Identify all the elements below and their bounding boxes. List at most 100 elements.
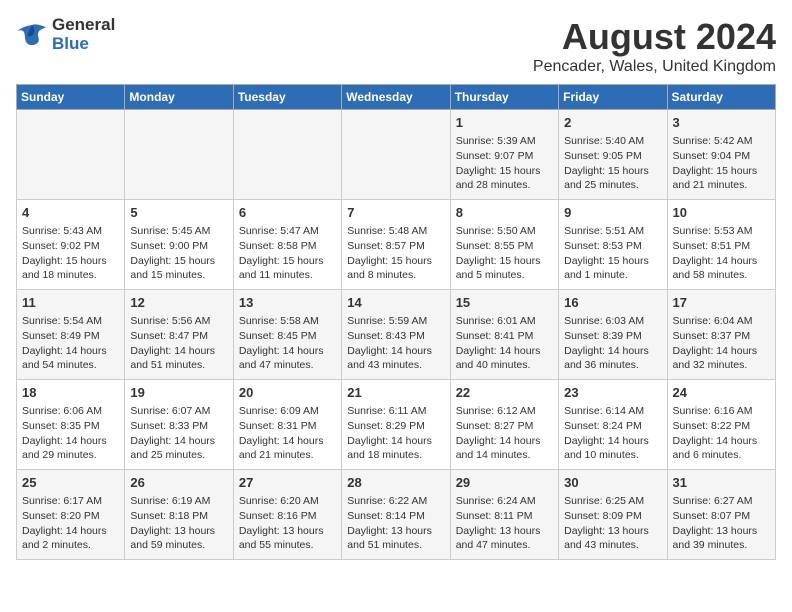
calendar-cell: 2Sunrise: 5:40 AM Sunset: 9:05 PM Daylig… bbox=[559, 110, 667, 200]
calendar-cell: 18 Sunrise: 6:06 AM Sunset: 8:35 PM Dayli… bbox=[17, 380, 125, 470]
calendar-cell: 25 Sunrise: 6:17 AM Sunset: 8:20 PM Dayli… bbox=[17, 470, 125, 560]
day-number: 25 bbox=[22, 474, 119, 492]
calendar-cell: 31 Sunrise: 6:27 AM Sunset: 8:07 PM Dayli… bbox=[667, 470, 775, 560]
calendar-cell: 10Sunrise: 5:53 AM Sunset: 8:51 PM Dayli… bbox=[667, 200, 775, 290]
day-number: 23 bbox=[564, 384, 661, 402]
day-number: 16 bbox=[564, 294, 661, 312]
calendar-cell: 29Sunrise: 6:24 AM Sunset: 8:11 PM Dayli… bbox=[450, 470, 558, 560]
cell-content: Sunrise: 5:48 AM Sunset: 8:57 PM Dayligh… bbox=[347, 224, 444, 283]
calendar-cell: 15Sunrise: 6:01 AM Sunset: 8:41 PM Dayli… bbox=[450, 290, 558, 380]
calendar-week-row: 11 Sunrise: 5:54 AM Sunset: 8:49 PM Dayli… bbox=[17, 290, 776, 380]
cell-content: Sunrise: 6:25 AM Sunset: 8:09 PM Dayligh… bbox=[564, 494, 661, 553]
cell-content: Sunrise: 5:39 AM Sunset: 9:07 PM Dayligh… bbox=[456, 134, 553, 193]
cell-content: Sunrise: 5:54 AM Sunset: 8:49 PM Dayligh… bbox=[22, 314, 119, 373]
cell-content: Sunrise: 6:20 AM Sunset: 8:16 PM Dayligh… bbox=[239, 494, 336, 553]
calendar-cell: 9Sunrise: 5:51 AM Sunset: 8:53 PM Daylig… bbox=[559, 200, 667, 290]
calendar-cell bbox=[233, 110, 341, 200]
day-number: 31 bbox=[673, 474, 770, 492]
cell-content: Sunrise: 6:01 AM Sunset: 8:41 PM Dayligh… bbox=[456, 314, 553, 373]
calendar-cell: 5 Sunrise: 5:45 AM Sunset: 9:00 PM Daylig… bbox=[125, 200, 233, 290]
calendar-cell: 20Sunrise: 6:09 AM Sunset: 8:31 PM Dayli… bbox=[233, 380, 341, 470]
cell-content: Sunrise: 6:17 AM Sunset: 8:20 PM Dayligh… bbox=[22, 494, 119, 553]
column-header-wednesday: Wednesday bbox=[342, 85, 450, 110]
day-number: 24 bbox=[673, 384, 770, 402]
calendar-cell: 16Sunrise: 6:03 AM Sunset: 8:39 PM Dayli… bbox=[559, 290, 667, 380]
subtitle: Pencader, Wales, United Kingdom bbox=[533, 58, 776, 76]
day-number: 5 bbox=[130, 204, 227, 222]
calendar-cell: 7 Sunrise: 5:48 AM Sunset: 8:57 PM Daylig… bbox=[342, 200, 450, 290]
calendar-table: SundayMondayTuesdayWednesdayThursdayFrid… bbox=[16, 84, 776, 560]
day-number: 22 bbox=[456, 384, 553, 402]
day-number: 2 bbox=[564, 114, 661, 132]
main-title: August 2024 bbox=[533, 16, 776, 58]
day-number: 3 bbox=[673, 114, 770, 132]
cell-content: Sunrise: 6:14 AM Sunset: 8:24 PM Dayligh… bbox=[564, 404, 661, 463]
calendar-cell: 26 Sunrise: 6:19 AM Sunset: 8:18 PM Dayli… bbox=[125, 470, 233, 560]
calendar-cell: 14 Sunrise: 5:59 AM Sunset: 8:43 PM Dayli… bbox=[342, 290, 450, 380]
calendar-cell: 12Sunrise: 5:56 AM Sunset: 8:47 PM Dayli… bbox=[125, 290, 233, 380]
cell-content: Sunrise: 5:43 AM Sunset: 9:02 PM Dayligh… bbox=[22, 224, 119, 283]
day-number: 1 bbox=[456, 114, 553, 132]
cell-content: Sunrise: 6:19 AM Sunset: 8:18 PM Dayligh… bbox=[130, 494, 227, 553]
day-number: 30 bbox=[564, 474, 661, 492]
cell-content: Sunrise: 6:27 AM Sunset: 8:07 PM Dayligh… bbox=[673, 494, 770, 553]
day-number: 20 bbox=[239, 384, 336, 402]
cell-content: Sunrise: 5:45 AM Sunset: 9:00 PM Dayligh… bbox=[130, 224, 227, 283]
cell-content: Sunrise: 5:42 AM Sunset: 9:04 PM Dayligh… bbox=[673, 134, 770, 193]
cell-content: Sunrise: 5:56 AM Sunset: 8:47 PM Dayligh… bbox=[130, 314, 227, 373]
day-number: 13 bbox=[239, 294, 336, 312]
day-number: 7 bbox=[347, 204, 444, 222]
cell-content: Sunrise: 6:06 AM Sunset: 8:35 PM Dayligh… bbox=[22, 404, 119, 463]
column-header-tuesday: Tuesday bbox=[233, 85, 341, 110]
cell-content: Sunrise: 5:58 AM Sunset: 8:45 PM Dayligh… bbox=[239, 314, 336, 373]
day-number: 18 bbox=[22, 384, 119, 402]
calendar-cell: 13 Sunrise: 5:58 AM Sunset: 8:45 PM Dayli… bbox=[233, 290, 341, 380]
day-number: 21 bbox=[347, 384, 444, 402]
calendar-header-row: SundayMondayTuesdayWednesdayThursdayFrid… bbox=[17, 85, 776, 110]
calendar-cell: 28 Sunrise: 6:22 AM Sunset: 8:14 PM Dayli… bbox=[342, 470, 450, 560]
cell-content: Sunrise: 6:11 AM Sunset: 8:29 PM Dayligh… bbox=[347, 404, 444, 463]
cell-content: Sunrise: 5:51 AM Sunset: 8:53 PM Dayligh… bbox=[564, 224, 661, 283]
calendar-cell: 11 Sunrise: 5:54 AM Sunset: 8:49 PM Dayli… bbox=[17, 290, 125, 380]
cell-content: Sunrise: 6:04 AM Sunset: 8:37 PM Dayligh… bbox=[673, 314, 770, 373]
day-number: 26 bbox=[130, 474, 227, 492]
calendar-cell: 8Sunrise: 5:50 AM Sunset: 8:55 PM Daylig… bbox=[450, 200, 558, 290]
column-header-friday: Friday bbox=[559, 85, 667, 110]
day-number: 27 bbox=[239, 474, 336, 492]
calendar-cell: 19 Sunrise: 6:07 AM Sunset: 8:33 PM Dayli… bbox=[125, 380, 233, 470]
day-number: 8 bbox=[456, 204, 553, 222]
calendar-cell bbox=[17, 110, 125, 200]
logo-text-blue: Blue bbox=[52, 35, 115, 54]
calendar-cell: 30 Sunrise: 6:25 AM Sunset: 8:09 PM Dayli… bbox=[559, 470, 667, 560]
calendar-week-row: 1 Sunrise: 5:39 AM Sunset: 9:07 PM Daylig… bbox=[17, 110, 776, 200]
calendar-week-row: 4Sunrise: 5:43 AM Sunset: 9:02 PM Daylig… bbox=[17, 200, 776, 290]
cell-content: Sunrise: 6:22 AM Sunset: 8:14 PM Dayligh… bbox=[347, 494, 444, 553]
day-number: 19 bbox=[130, 384, 227, 402]
calendar-cell: 4Sunrise: 5:43 AM Sunset: 9:02 PM Daylig… bbox=[17, 200, 125, 290]
cell-content: Sunrise: 5:47 AM Sunset: 8:58 PM Dayligh… bbox=[239, 224, 336, 283]
logo-text-general: General bbox=[52, 16, 115, 35]
calendar-cell: 1 Sunrise: 5:39 AM Sunset: 9:07 PM Daylig… bbox=[450, 110, 558, 200]
day-number: 17 bbox=[673, 294, 770, 312]
column-header-thursday: Thursday bbox=[450, 85, 558, 110]
cell-content: Sunrise: 5:59 AM Sunset: 8:43 PM Dayligh… bbox=[347, 314, 444, 373]
logo: General Blue bbox=[16, 16, 115, 53]
day-number: 28 bbox=[347, 474, 444, 492]
day-number: 10 bbox=[673, 204, 770, 222]
cell-content: Sunrise: 6:07 AM Sunset: 8:33 PM Dayligh… bbox=[130, 404, 227, 463]
page-header: General Blue August 2024 Pencader, Wales… bbox=[16, 16, 776, 76]
column-header-saturday: Saturday bbox=[667, 85, 775, 110]
calendar-cell: 23 Sunrise: 6:14 AM Sunset: 8:24 PM Dayli… bbox=[559, 380, 667, 470]
day-number: 14 bbox=[347, 294, 444, 312]
logo-icon bbox=[16, 21, 48, 49]
column-header-monday: Monday bbox=[125, 85, 233, 110]
column-header-sunday: Sunday bbox=[17, 85, 125, 110]
calendar-cell: 17 Sunrise: 6:04 AM Sunset: 8:37 PM Dayli… bbox=[667, 290, 775, 380]
calendar-cell: 3 Sunrise: 5:42 AM Sunset: 9:04 PM Daylig… bbox=[667, 110, 775, 200]
calendar-week-row: 25 Sunrise: 6:17 AM Sunset: 8:20 PM Dayli… bbox=[17, 470, 776, 560]
day-number: 29 bbox=[456, 474, 553, 492]
calendar-cell: 24Sunrise: 6:16 AM Sunset: 8:22 PM Dayli… bbox=[667, 380, 775, 470]
day-number: 11 bbox=[22, 294, 119, 312]
calendar-cell bbox=[125, 110, 233, 200]
day-number: 6 bbox=[239, 204, 336, 222]
